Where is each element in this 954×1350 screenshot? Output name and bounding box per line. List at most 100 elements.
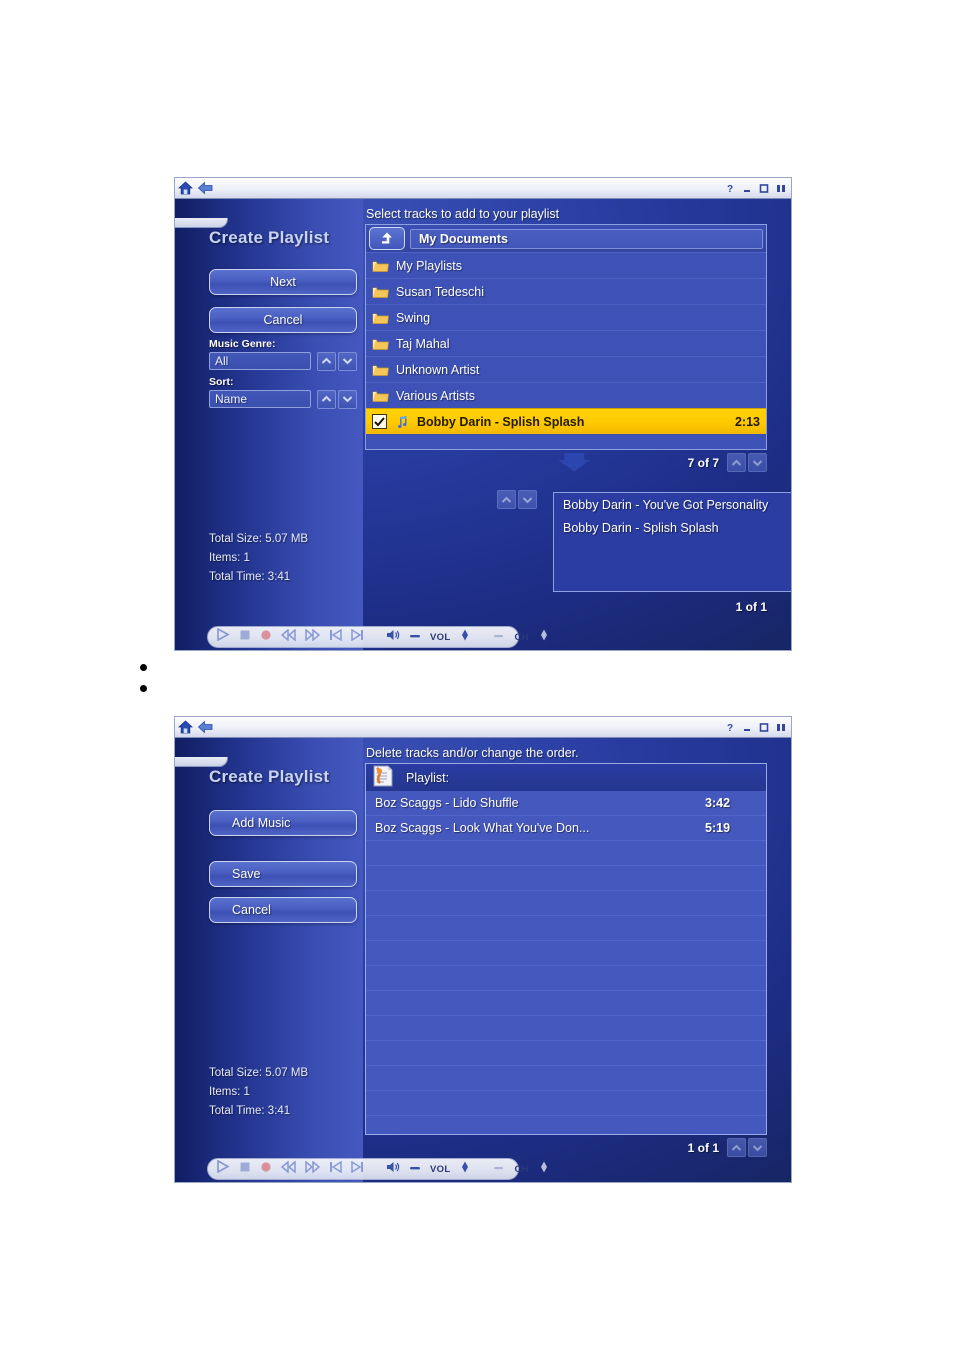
record-icon[interactable] xyxy=(260,1160,272,1178)
playlist-row-empty[interactable] xyxy=(366,891,766,916)
channel-up-icon[interactable] xyxy=(538,1160,550,1178)
sort-combo[interactable]: Name xyxy=(209,389,357,409)
document-bullet-list xyxy=(140,664,180,706)
playlist-row[interactable]: Boz Scaggs - Look What You've Don... 5:1… xyxy=(366,816,766,841)
restore-icon[interactable] xyxy=(759,181,769,193)
playlist-row-label: Boz Scaggs - Lido Shuffle xyxy=(375,796,519,810)
browser-row-folder[interactable]: Unknown Artist xyxy=(366,356,766,382)
playlist-row-empty[interactable] xyxy=(366,991,766,1016)
restore-icon[interactable] xyxy=(759,720,769,732)
help-icon[interactable]: ? xyxy=(725,720,735,734)
volume-up-icon[interactable] xyxy=(459,628,471,646)
rewind-icon[interactable] xyxy=(280,1160,296,1178)
window2-titlebar-left-icons xyxy=(177,717,214,737)
add-to-playlist-arrow-icon[interactable] xyxy=(557,453,591,472)
minimize-icon[interactable] xyxy=(742,181,752,192)
up-one-level-button[interactable] xyxy=(369,227,405,250)
minimize-icon[interactable] xyxy=(742,720,752,731)
next-track-icon[interactable] xyxy=(351,628,364,646)
chevron-down-icon[interactable] xyxy=(338,351,357,371)
browser-row-folder[interactable]: Susan Tedeschi xyxy=(366,278,766,304)
channel-down-icon[interactable] xyxy=(493,1160,505,1178)
playlist-row[interactable]: Bobby Darin - Splish Splash 2:13 xyxy=(554,516,791,539)
svg-text:?: ? xyxy=(727,184,733,194)
next-track-icon[interactable] xyxy=(351,1160,364,1178)
playlist-row-empty[interactable] xyxy=(366,1091,766,1116)
back-arrow-icon[interactable] xyxy=(197,719,214,735)
chevron-up-icon[interactable] xyxy=(317,351,336,371)
volume-down-icon[interactable] xyxy=(409,628,421,646)
playlist-row-empty[interactable] xyxy=(366,1116,766,1134)
close-icon[interactable] xyxy=(776,181,786,192)
browser-row-track-selected[interactable]: Bobby Darin - Splish Splash 2:13 xyxy=(366,408,766,434)
folder-icon xyxy=(372,363,391,377)
move-up-icon[interactable] xyxy=(497,490,516,509)
channel-down-icon[interactable] xyxy=(493,628,505,646)
volume-label: VOL xyxy=(430,1163,451,1175)
browser-pager-spinner xyxy=(727,453,767,472)
window2-transport-bar: VOL CH xyxy=(207,1158,547,1180)
speaker-icon[interactable] xyxy=(386,628,400,646)
cancel-button[interactable]: Cancel xyxy=(209,897,357,923)
cancel-button[interactable]: Cancel xyxy=(209,307,357,333)
instruction-text: Select tracks to add to your playlist xyxy=(366,207,560,221)
home-icon[interactable] xyxy=(177,180,194,196)
volume-down-icon[interactable] xyxy=(409,1160,421,1178)
back-arrow-icon[interactable] xyxy=(197,180,214,196)
playlist-row-label: Boz Scaggs - Look What You've Don... xyxy=(375,821,590,835)
playlist-row-empty[interactable] xyxy=(366,1041,766,1066)
total-size-text: Total Size: 5.07 MB xyxy=(209,533,309,545)
playlist-row-empty[interactable] xyxy=(366,1016,766,1041)
playlist-row-empty[interactable] xyxy=(366,1066,766,1091)
volume-up-icon[interactable] xyxy=(459,1160,471,1178)
move-down-icon[interactable] xyxy=(518,490,537,509)
close-icon[interactable] xyxy=(776,720,786,731)
rewind-icon[interactable] xyxy=(280,628,296,646)
chevron-up-icon[interactable] xyxy=(727,1138,746,1157)
help-icon[interactable]: ? xyxy=(725,181,735,195)
browser-row-folder[interactable]: My Playlists xyxy=(366,252,766,278)
music-genre-spinner xyxy=(317,351,357,371)
stop-icon[interactable] xyxy=(239,1160,251,1178)
play-icon[interactable] xyxy=(216,627,230,646)
playlist-row-empty[interactable] xyxy=(366,866,766,891)
playlist-row-empty[interactable] xyxy=(366,966,766,991)
track-checkbox[interactable] xyxy=(372,414,387,429)
record-icon[interactable] xyxy=(260,628,272,646)
fast-forward-icon[interactable] xyxy=(305,1160,321,1178)
chevron-up-icon[interactable] xyxy=(317,389,336,409)
music-genre-combo[interactable]: All xyxy=(209,351,357,371)
home-icon[interactable] xyxy=(177,719,194,735)
sort-value: Name xyxy=(209,390,311,408)
playlist-row[interactable]: Boz Scaggs - Lido Shuffle 3:42 xyxy=(366,791,766,816)
playlist-row-empty[interactable] xyxy=(366,841,766,866)
play-icon[interactable] xyxy=(216,1159,230,1178)
playlist-row-empty[interactable] xyxy=(366,941,766,966)
browser-row-folder[interactable]: Various Artists xyxy=(366,382,766,408)
chevron-up-icon[interactable] xyxy=(727,453,746,472)
previous-track-icon[interactable] xyxy=(329,1160,342,1178)
sort-label: Sort: xyxy=(209,376,234,388)
stop-icon[interactable] xyxy=(239,628,251,646)
save-button[interactable]: Save xyxy=(209,861,357,887)
page-title: Create Playlist xyxy=(209,767,330,786)
window2-titlebar-buttons: ? xyxy=(725,720,786,734)
playlist-row-empty[interactable] xyxy=(366,916,766,941)
summary-stats: Total Size: 5.07 MB Items: 1 Total Time:… xyxy=(209,1064,308,1121)
browser-row-folder[interactable]: Taj Mahal xyxy=(366,330,766,356)
browser-row-label: Swing xyxy=(396,310,431,325)
playlist-row[interactable]: Bobby Darin - You've Got Personality 2:2… xyxy=(554,493,791,516)
add-music-button[interactable]: Add Music xyxy=(209,810,357,836)
previous-track-icon[interactable] xyxy=(329,628,342,646)
chevron-down-icon[interactable] xyxy=(748,1138,767,1157)
chevron-down-icon[interactable] xyxy=(338,389,357,409)
next-button[interactable]: Next xyxy=(209,269,357,295)
browser-row-folder[interactable]: Swing xyxy=(366,304,766,330)
channel-up-icon[interactable] xyxy=(538,628,550,646)
window1-body: Create Playlist Next Cancel Music Genre:… xyxy=(175,199,791,650)
chevron-down-icon[interactable] xyxy=(748,453,767,472)
speaker-icon[interactable] xyxy=(386,1160,400,1178)
fast-forward-icon[interactable] xyxy=(305,628,321,646)
browser-row-label: Taj Mahal xyxy=(396,336,450,351)
playlist-pager-text: 1 of 1 xyxy=(735,600,767,614)
